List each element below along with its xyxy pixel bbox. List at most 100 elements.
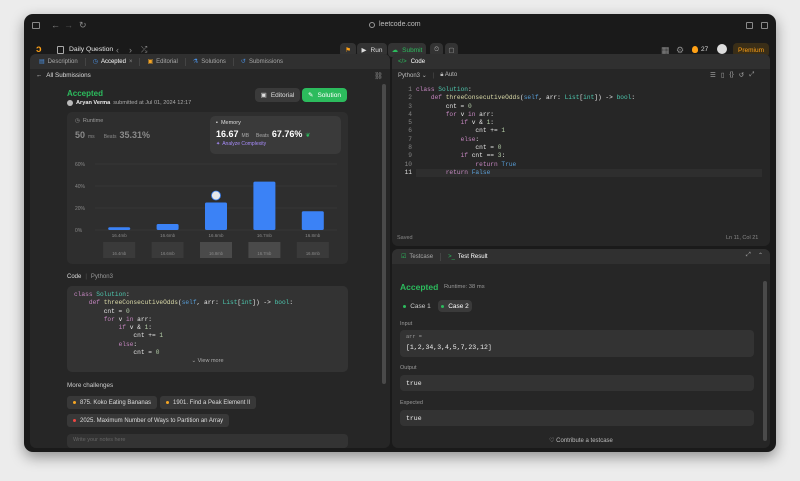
chart-bar	[301, 211, 324, 230]
line-number: 2	[408, 94, 412, 102]
tab-solutions[interactable]: ⚗ Solutions	[190, 58, 229, 66]
difficulty-dot	[73, 419, 76, 422]
input-var: arr =	[406, 334, 422, 340]
code-line: class Solution:	[416, 86, 472, 93]
solution-button[interactable]: ✎ Solution	[302, 88, 347, 102]
list-icon[interactable]	[57, 46, 64, 54]
left-panel: ▤ Description ◷ Accepted × ▣ Editorial ⚗ Solu…	[30, 54, 390, 448]
code-line: cnt = 0	[416, 102, 472, 110]
back-to-submissions[interactable]: ← All Submissions	[36, 72, 91, 79]
tab-divider	[184, 57, 186, 66]
editor-code[interactable]: class Solution: def threeConsecutiveOdds…	[416, 86, 756, 177]
tab-submissions[interactable]: ↺ Submissions	[238, 58, 286, 66]
sidebar-icon[interactable]	[32, 22, 40, 29]
reader-icon[interactable]	[746, 22, 753, 29]
tab-accepted[interactable]: ◷ Accepted ×	[90, 58, 136, 66]
result-scrollbar[interactable]	[763, 281, 767, 441]
fullscreen-icon[interactable]: ⤢	[749, 71, 754, 79]
current-line-highlight	[416, 169, 762, 177]
more-challenges-title: More challenges	[67, 382, 114, 389]
tab-testcase[interactable]: ☑ Testcase	[398, 253, 436, 261]
address-bar[interactable]: leetcode.com	[369, 21, 421, 28]
line-number: 5	[408, 119, 412, 127]
mini-bar-label: 16.8mb	[306, 251, 321, 256]
heart-icon: ♡	[549, 438, 555, 444]
notes-input[interactable]: Write your notes here	[67, 434, 348, 448]
contribute-testcase-link[interactable]: ♡ Contribute a testcase	[392, 437, 770, 444]
tab-test-result[interactable]: >_ Test Result	[445, 254, 491, 260]
line-numbers: 1 2 3 4 5 6 7 8 9 10 11	[398, 86, 412, 177]
url-text: leetcode.com	[379, 21, 421, 28]
code-line: if v & 1:	[118, 324, 153, 332]
mini-bar-label: 16.7mb	[257, 251, 272, 256]
chart-bar	[253, 181, 276, 230]
result-panel: ☑ Testcase >_ Test Result ⤢ ⌃ Accepted Run…	[392, 249, 770, 448]
challenge-chip[interactable]: 875. Koko Eating Bananas	[67, 396, 158, 409]
y-tick-label: 60%	[75, 162, 86, 168]
code-icon: </>	[398, 58, 407, 65]
expand-icon[interactable]: ⤢	[746, 252, 751, 259]
close-icon[interactable]: ×	[129, 59, 133, 65]
challenge-chip[interactable]: 1901. Find a Peak Element II	[160, 396, 257, 409]
x-tick-label: 16.6mb	[208, 233, 224, 238]
tab-description[interactable]: ▤ Description	[36, 58, 81, 66]
code-line: cnt += 1	[416, 127, 506, 135]
submission-code-block: class Solution: def threeConsecutiveOdds…	[67, 286, 348, 372]
code-line: class Solution:	[74, 291, 130, 298]
editor-title: Code	[410, 58, 426, 65]
line-number: 9	[408, 152, 412, 160]
difficulty-dot	[73, 401, 76, 404]
forward-icon[interactable]: →	[64, 21, 73, 30]
code-line: else:	[460, 135, 480, 143]
chart-bar	[108, 227, 131, 230]
toolbar-divider: |	[432, 72, 435, 79]
back-icon[interactable]: ←	[51, 21, 60, 30]
code-line: for v in arr:	[445, 110, 495, 118]
left-tabbar: ▤ Description ◷ Accepted × ▣ Editorial ⚗ Solu…	[30, 54, 390, 69]
tabs-icon[interactable]	[761, 22, 768, 29]
mini-bar-label: 16.6mb	[161, 251, 176, 256]
problem-list-title[interactable]: Daily Question	[69, 46, 113, 53]
shuffle-icon[interactable]: ⤮	[141, 45, 147, 54]
line-number: 8	[408, 144, 412, 152]
author-name[interactable]: Aryan Verma	[76, 100, 110, 106]
notes-icon[interactable]: ☰	[710, 71, 716, 79]
streak-count[interactable]: 27	[701, 46, 708, 53]
bookmark-icon[interactable]: ▯	[721, 71, 725, 79]
link-icon[interactable]: ⛓	[374, 72, 383, 80]
result-runtime: Runtime: 38 ms	[444, 284, 485, 290]
y-tick-label: 0%	[75, 228, 83, 234]
checkbox-icon: ☑	[401, 254, 407, 260]
avatar[interactable]	[717, 44, 727, 54]
view-more-button[interactable]: ⌄ View more	[67, 358, 348, 364]
book-icon: ▣	[260, 92, 267, 99]
mini-bar-label: 16.8mb	[209, 251, 224, 256]
tab-editorial[interactable]: ▣ Editorial	[144, 58, 180, 66]
tab-divider	[139, 57, 141, 66]
reset-icon[interactable]: ↺	[739, 71, 744, 79]
autocomplete-toggle[interactable]: 🔒︎ Auto	[440, 72, 457, 79]
play-icon: ▶	[361, 47, 367, 54]
result-tabbar: ☑ Testcase >_ Test Result ⤢ ⌃	[392, 249, 770, 264]
result-status: Accepted	[400, 282, 439, 292]
output-box: true	[400, 375, 754, 391]
editorial-button[interactable]: ▣ Editorial	[255, 88, 300, 102]
case-2-tab[interactable]: Case 2	[438, 300, 472, 312]
editor-panel: </> Code Python3 ⌄ | 🔒︎ Auto ☰ ▯ {} ↺ ⤢ …	[392, 54, 770, 246]
format-icon[interactable]: {}	[729, 71, 733, 79]
expected-label: Expected	[400, 400, 423, 406]
collapse-icon[interactable]: ⌃	[758, 252, 763, 259]
tab-divider	[232, 57, 234, 66]
editor-tabbar: </> Code	[392, 54, 770, 69]
pass-dot	[441, 304, 445, 308]
code-label: Code	[67, 274, 82, 280]
submission-meta: Aryan Verma submitted at Jul 01, 2024 12…	[67, 100, 191, 106]
challenge-chip[interactable]: 2025. Maximum Number of Ways to Partitio…	[67, 414, 230, 427]
edit-icon: ✎	[308, 92, 314, 99]
upload-icon: ☁	[391, 47, 399, 54]
language-select[interactable]: Python3 ⌄	[398, 72, 427, 79]
reload-icon[interactable]: ↻	[79, 21, 87, 30]
scrollbar[interactable]	[382, 84, 386, 384]
case-1-tab[interactable]: Case 1	[400, 300, 434, 312]
clock-icon: ◷	[92, 59, 98, 65]
